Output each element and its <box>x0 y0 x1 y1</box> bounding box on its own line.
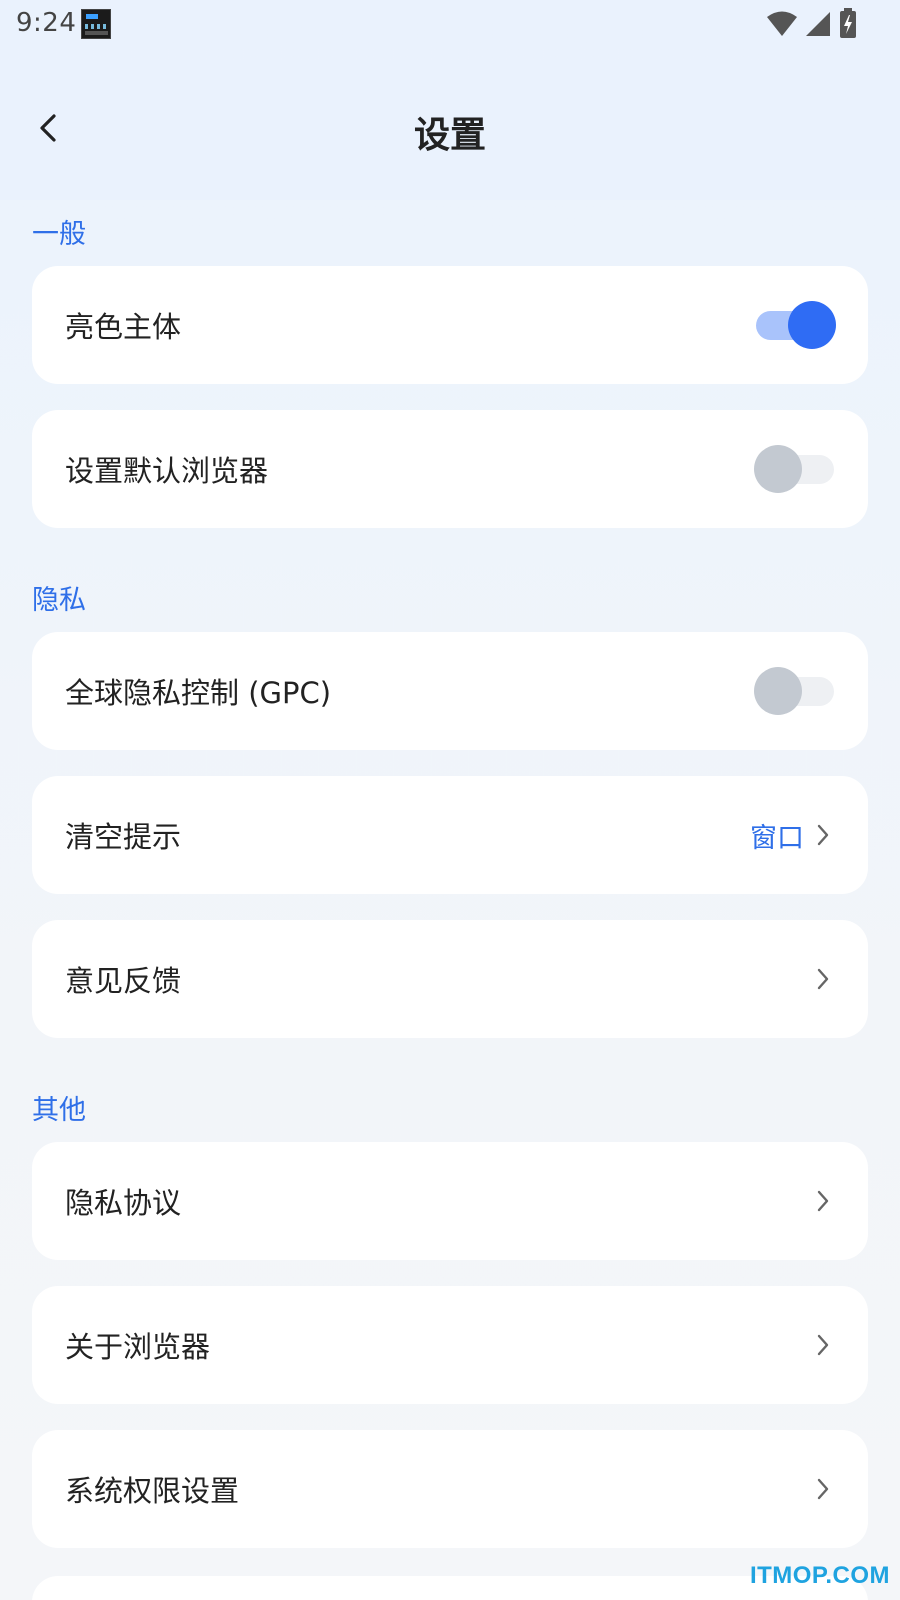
toggle-knob <box>754 667 802 715</box>
setting-label: 关于浏览器 <box>65 1330 211 1364</box>
clear-prompt-value: 窗口 <box>750 822 804 854</box>
setting-feedback[interactable]: 意见反馈 <box>32 920 868 1038</box>
chevron-right-icon <box>810 822 836 848</box>
setting-light-theme[interactable]: 亮色主体 <box>32 266 868 384</box>
setting-label: 意见反馈 <box>65 964 182 998</box>
toggle-knob <box>754 445 802 493</box>
chevron-right-icon <box>810 966 836 992</box>
default-browser-toggle[interactable] <box>754 444 836 494</box>
system-icons <box>766 8 860 40</box>
chevron-right-icon <box>810 1188 836 1214</box>
setting-label: 亮色主体 <box>65 310 182 344</box>
signal-icon <box>806 12 830 36</box>
status-time: 9:24 <box>16 8 77 38</box>
page-title: 设置 <box>413 115 486 156</box>
chevron-right-icon <box>810 1332 836 1358</box>
section-label-privacy: 隐私 <box>32 585 86 616</box>
notification-app-icon <box>81 9 111 39</box>
setting-label: 全球隐私控制 (GPC) <box>65 676 332 710</box>
battery-charging-icon <box>840 8 856 38</box>
wifi-icon <box>767 11 797 36</box>
setting-about-browser[interactable]: 关于浏览器 <box>32 1286 868 1404</box>
setting-label: 系统权限设置 <box>65 1474 240 1508</box>
setting-privacy-policy[interactable]: 隐私协议 <box>32 1142 868 1260</box>
status-bar: 9:24 <box>0 0 900 50</box>
setting-label: 隐私协议 <box>65 1186 182 1220</box>
chevron-right-icon <box>810 1476 836 1502</box>
section-label-other: 其他 <box>32 1095 86 1126</box>
setting-value-group: 窗口 <box>750 816 836 855</box>
setting-label: 清空提示 <box>65 820 182 854</box>
setting-clear-prompt[interactable]: 清空提示 窗口 <box>32 776 868 894</box>
toggle-knob <box>788 301 836 349</box>
watermark: ITMOP.COM <box>749 1562 890 1589</box>
gpc-toggle[interactable] <box>754 666 836 716</box>
setting-default-browser[interactable]: 设置默认浏览器 <box>32 410 868 528</box>
next-setting-card-peek[interactable] <box>32 1576 868 1600</box>
setting-gpc[interactable]: 全球隐私控制 (GPC) <box>32 632 868 750</box>
app-header: 设置 <box>0 60 900 200</box>
setting-label: 设置默认浏览器 <box>65 454 269 488</box>
setting-system-permissions[interactable]: 系统权限设置 <box>32 1430 868 1548</box>
section-label-general: 一般 <box>32 219 86 250</box>
light-theme-toggle[interactable] <box>754 300 836 350</box>
